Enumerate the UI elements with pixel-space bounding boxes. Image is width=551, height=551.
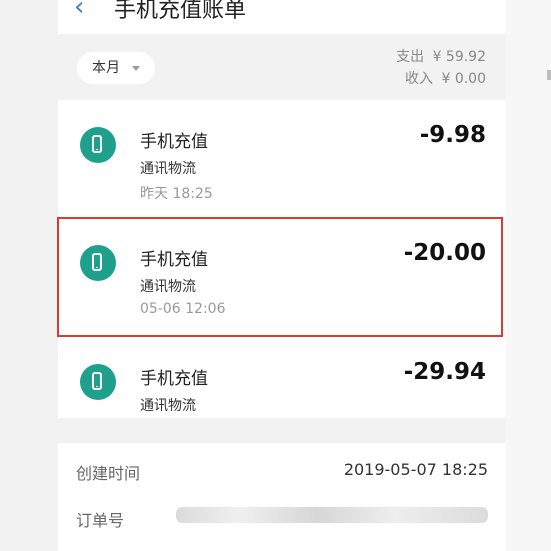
transaction-amount: -29.94 — [403, 359, 486, 385]
side-gutter — [506, 0, 551, 551]
expense-label: 支出 — [396, 49, 425, 65]
order-number-label: 订单号 — [76, 511, 125, 530]
bill-screen: ‹ 手机充值账单 本月 支出 ¥ 59.92 收入 ¥ 0.00 手机充值 通讯… — [57, 0, 506, 551]
transaction-title: 手机充值 — [140, 369, 208, 389]
transaction-avatar — [80, 364, 116, 400]
phone-icon — [92, 372, 102, 390]
transaction-amount: -9.98 — [419, 122, 486, 148]
created-time-label: 创建时间 — [76, 464, 141, 483]
redacted-order-number — [176, 507, 488, 523]
period-filter-button[interactable]: 本月 — [77, 52, 155, 84]
chevron-down-icon — [132, 66, 140, 71]
income-label: 收入 — [405, 71, 434, 87]
transaction-title: 手机充值 — [140, 132, 208, 152]
back-icon[interactable]: ‹ — [74, 0, 98, 24]
created-time-value: 2019-05-07 18:25 — [343, 460, 488, 479]
income-value: ¥ 0.00 — [441, 71, 486, 87]
period-label: 本月 — [92, 60, 120, 76]
totals: 支出 ¥ 59.92 收入 ¥ 0.00 — [392, 46, 486, 90]
phone-icon — [92, 135, 102, 153]
transaction-time: 昨天 18:25 — [140, 186, 213, 202]
highlight-box — [57, 217, 503, 337]
top-bar: ‹ 手机充值账单 — [58, 0, 506, 34]
list-item[interactable]: 手机充值 通讯物流 昨天 18:25 -9.98 — [58, 100, 506, 218]
transaction-merchant: 通讯物流 — [140, 161, 196, 177]
expense-value: ¥ 59.92 — [432, 49, 486, 65]
transaction-merchant: 通讯物流 — [140, 398, 196, 414]
income-row: 收入 ¥ 0.00 — [392, 68, 486, 90]
transaction-list: 手机充值 通讯物流 昨天 18:25 -9.98 手机充值 通讯物流 05-06… — [57, 100, 506, 418]
scroll-indicator — [547, 70, 551, 80]
page-title: 手机充值账单 — [114, 0, 247, 23]
expense-row: 支出 ¥ 59.92 — [392, 46, 486, 68]
transaction-avatar — [80, 127, 116, 163]
summary-bar: 本月 支出 ¥ 59.92 收入 ¥ 0.00 — [58, 34, 506, 100]
list-item[interactable]: 手机充值 通讯物流 -29.94 — [58, 337, 506, 418]
order-detail: 创建时间 2019-05-07 18:25 订单号 — [58, 443, 506, 551]
